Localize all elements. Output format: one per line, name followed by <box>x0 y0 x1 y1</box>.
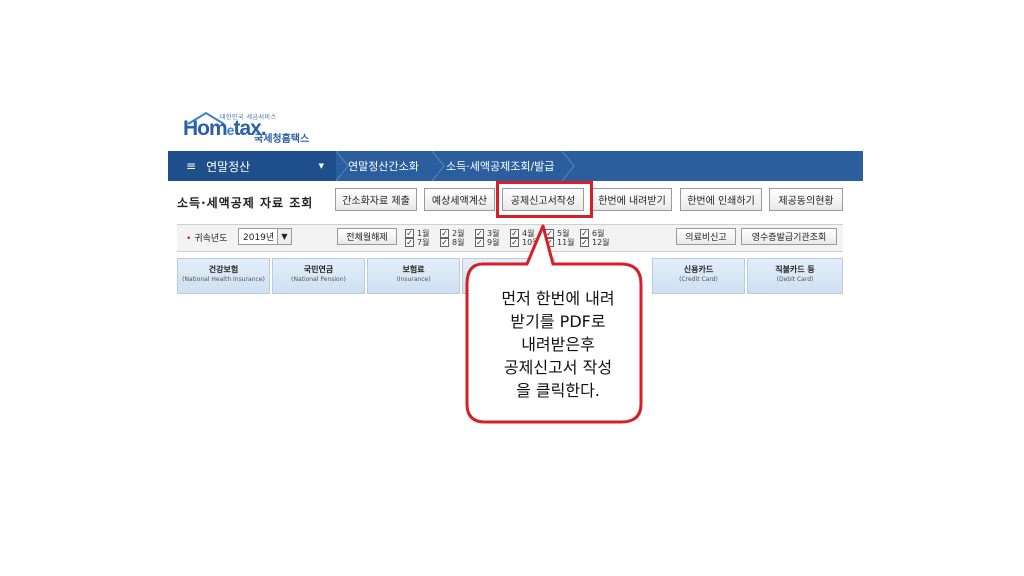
chevron-down-icon: ▼ <box>277 229 291 244</box>
breadcrumb-item[interactable]: 소득·세액공제조회/발급 <box>446 151 554 181</box>
year-label: • 귀속년도 <box>186 234 228 244</box>
medical-expense-report-button[interactable]: 의료비신고 <box>676 228 736 245</box>
page-title: 소득·세액공제 자료 조회 <box>177 196 314 210</box>
logo-korean-name: 국세청홈택스 <box>254 134 310 145</box>
tab-debit-card[interactable]: 직불카드 등 (Debit Card) <box>747 258 843 294</box>
print-all-button[interactable]: 한번에 인쇄하기 <box>680 188 762 211</box>
hamburger-icon: ≡ <box>186 159 197 173</box>
nav-menu-dropdown[interactable]: ≡ 연말정산 ▼ <box>168 151 336 181</box>
submit-simplified-data-button[interactable]: 간소화자료 제출 <box>335 188 417 211</box>
nav-menu-label: 연말정산 <box>206 159 251 174</box>
consent-status-button[interactable]: 제공동의현황 <box>769 188 843 211</box>
tab-national-pension[interactable]: 국민연금 (National Pension) <box>272 258 365 294</box>
checkbox-icon: ✓ <box>405 237 414 247</box>
dropdown-arrow-icon: ▼ <box>318 162 324 170</box>
highlight-box <box>496 181 593 218</box>
callout-text: 먼저 한번에 내려 받기를 PDF로 내려받은후 공제신고서 작성 을 클릭한다… <box>501 289 615 400</box>
breadcrumb-item[interactable]: 연말정산간소화 <box>348 151 419 181</box>
tab-credit-card[interactable]: 신용카드 (Credit Card) <box>652 258 745 294</box>
receipt-issuer-lookup-button[interactable]: 영수증발급기관조회 <box>741 228 837 245</box>
bullet-icon: • <box>186 234 192 244</box>
year-select-value: 2019년 <box>243 233 275 243</box>
breadcrumb-separator-icon <box>432 151 445 181</box>
release-all-months-button[interactable]: 전체월해제 <box>337 228 397 245</box>
estimated-tax-button[interactable]: 예상세액계산 <box>424 188 495 211</box>
tab-insurance[interactable]: 보험료 (Insurance) <box>367 258 460 294</box>
nav-bar: ≡ 연말정산 ▼ 연말정산간소화 소득·세액공제조회/발급 <box>168 151 863 181</box>
breadcrumb-separator-icon <box>562 151 575 181</box>
year-select[interactable]: 2019년 ▼ <box>238 228 292 245</box>
download-all-button[interactable]: 한번에 내려받기 <box>592 188 672 211</box>
month-checkbox[interactable]: ✓ 7월 <box>405 237 429 248</box>
tab-health-insurance[interactable]: 건강보험 (National Health Insurance) <box>177 258 270 294</box>
checkbox-icon: ✓ <box>440 237 449 247</box>
